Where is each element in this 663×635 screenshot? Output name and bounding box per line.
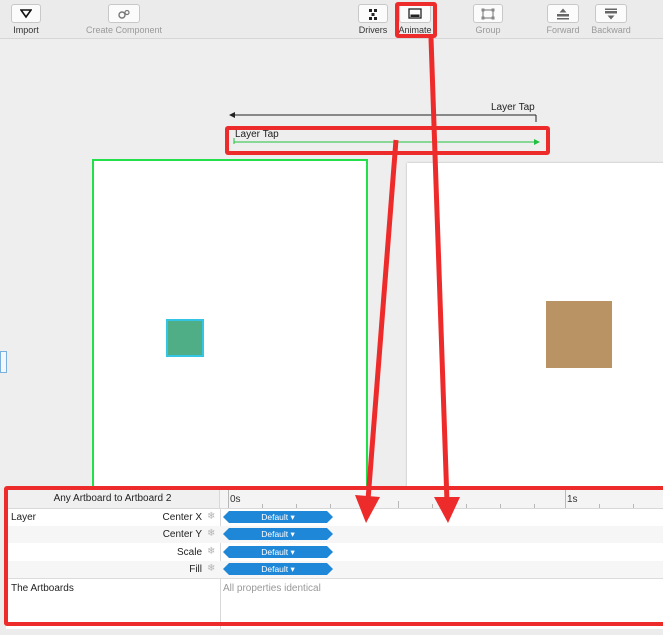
import-icon — [20, 8, 32, 18]
forward-button[interactable] — [547, 4, 579, 23]
forward-label: Forward — [546, 25, 580, 35]
layer-square-green[interactable] — [166, 319, 204, 357]
bring-forward-icon — [557, 8, 569, 19]
send-backward-icon — [605, 8, 617, 19]
gears-icon — [118, 9, 130, 19]
drivers-label: Drivers — [358, 25, 388, 35]
group-tool[interactable]: Group — [470, 4, 506, 35]
backward-button[interactable] — [595, 4, 627, 23]
create-component-tool[interactable]: Create Component — [80, 4, 168, 35]
drivers-tool[interactable]: Drivers — [355, 4, 391, 35]
canvas[interactable]: Layer Tap Layer Tap — [0, 39, 663, 488]
layer-square-brown[interactable] — [546, 301, 612, 368]
toolbar: Import Create Component Drivers Animate … — [0, 0, 663, 39]
import-label: Import — [13, 25, 39, 35]
create-component-button[interactable] — [108, 4, 140, 23]
backward-label: Backward — [591, 25, 631, 35]
drivers-icon — [369, 8, 377, 20]
forward-tool[interactable]: Forward — [544, 4, 582, 35]
offscreen-selection-edge — [0, 351, 7, 373]
import-tool[interactable]: Import — [8, 4, 44, 35]
drivers-button[interactable] — [358, 4, 388, 23]
highlight-timeline — [4, 486, 663, 626]
highlight-animate-button — [395, 2, 437, 38]
highlight-connection — [225, 126, 550, 155]
group-label: Group — [475, 25, 501, 35]
import-button[interactable] — [11, 4, 41, 23]
artboard-2[interactable] — [407, 163, 663, 488]
backward-tool[interactable]: Backward — [588, 4, 634, 35]
group-icon — [481, 8, 495, 19]
group-button[interactable] — [473, 4, 503, 23]
connection-arrow-top[interactable] — [228, 111, 544, 123]
artboard-1[interactable] — [92, 159, 368, 488]
create-component-label: Create Component — [85, 25, 163, 35]
